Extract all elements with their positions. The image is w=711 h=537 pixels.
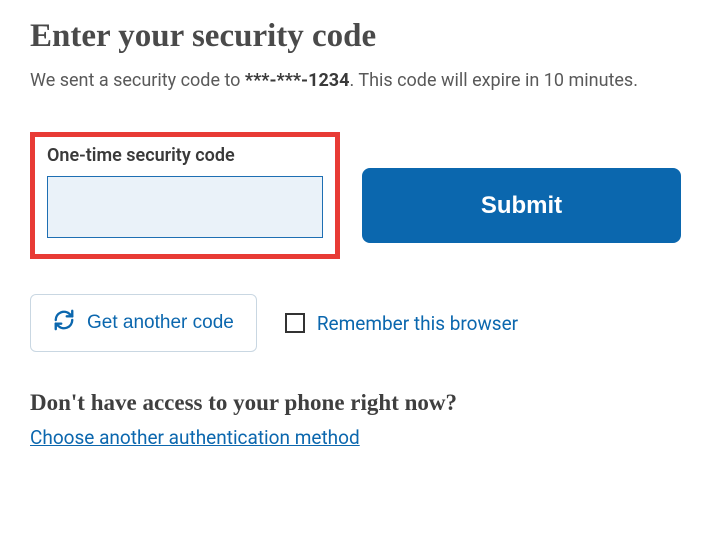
code-input-label: One-time security code: [47, 145, 323, 166]
submit-button[interactable]: Submit: [362, 168, 681, 243]
masked-phone: ***-***-1234: [245, 70, 350, 91]
no-access-title: Don't have access to your phone right no…: [30, 390, 681, 416]
remember-label: Remember this browser: [317, 312, 518, 335]
code-input-highlight-box: One-time security code: [30, 132, 340, 259]
get-another-code-button[interactable]: Get another code: [30, 294, 257, 352]
refresh-icon: [53, 309, 75, 337]
remember-checkbox[interactable]: [285, 313, 305, 333]
instruction-suffix: . This code will expire in 10 minutes.: [349, 70, 638, 91]
code-input[interactable]: [47, 176, 323, 238]
remember-browser-option[interactable]: Remember this browser: [285, 312, 518, 335]
page-title: Enter your security code: [30, 18, 681, 55]
choose-auth-method-link[interactable]: Choose another authentication method: [30, 426, 360, 449]
instruction-text: We sent a security code to ***-***-1234.…: [30, 67, 681, 94]
instruction-prefix: We sent a security code to: [30, 70, 245, 91]
get-another-code-label: Get another code: [87, 312, 234, 334]
